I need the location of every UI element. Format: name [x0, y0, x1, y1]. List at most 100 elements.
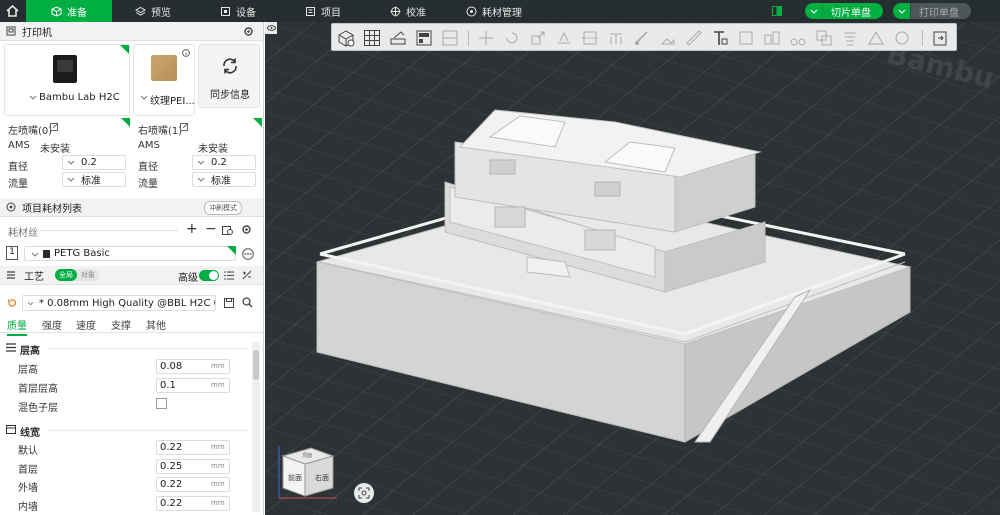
layout-icon[interactable] [772, 6, 782, 16]
right-diameter-select[interactable]: 0.2 [192, 155, 256, 170]
home-button[interactable] [0, 0, 24, 22]
slice-plate-button[interactable]: 切片单盘 [805, 3, 883, 19]
printer-card[interactable]: Bambu Lab H2C [4, 44, 130, 116]
support-paint-button[interactable] [606, 28, 626, 48]
view-cube-front[interactable]: 前面 [288, 473, 302, 483]
advanced-toggle[interactable] [199, 270, 219, 281]
plate-image [151, 55, 177, 81]
search-icon[interactable] [242, 297, 253, 308]
left-diameter-value: 0.2 [81, 157, 97, 168]
edit-icon[interactable] [50, 122, 59, 131]
eye-icon [266, 25, 276, 31]
plate-card[interactable]: 纹理PEI... [133, 44, 195, 116]
right-flow-select[interactable]: 标准 [192, 172, 256, 187]
slice-plate-label: 切片单盘 [831, 7, 871, 19]
left-nozzle-panel: 左喷嘴(0) AMS 未安装 直径 0.2 流量 标准 [0, 118, 132, 192]
scope-toggle[interactable]: 全局 对象 [55, 269, 99, 281]
view-cube-right[interactable]: 右面 [315, 473, 329, 483]
svg-tool-button[interactable] [736, 28, 756, 48]
remove-filament-button[interactable]: − [205, 221, 217, 237]
chevron-down-icon[interactable] [29, 95, 37, 100]
line-width-group-title: 线宽 [20, 428, 40, 439]
top-bar: 准备 预览 设备 项目 校准 耗材管理 切片单盘 打印单盘 [0, 0, 1000, 22]
brim-ears-button[interactable] [788, 28, 808, 48]
text-tool-button[interactable] [710, 28, 730, 48]
arrange-button[interactable] [414, 28, 434, 48]
hollow-icon [895, 31, 909, 45]
list-view-icon[interactable] [224, 271, 234, 280]
seam-paint-button[interactable] [632, 28, 652, 48]
settings-scrollbar[interactable] [252, 342, 260, 512]
house-model[interactable] [265, 22, 1000, 515]
rotate-icon [506, 32, 518, 44]
add-plate-button[interactable] [362, 28, 382, 48]
scrollbar-thumb[interactable] [253, 350, 259, 380]
view-cube[interactable]: 顶面 前面 右面 [275, 440, 339, 500]
tab-support[interactable]: 支撑 [111, 317, 131, 332]
process-profile-name: * 0.08mm High Quality @BBL H2C 0.2 ... [38, 297, 215, 309]
measure-button[interactable] [684, 28, 704, 48]
sync-info-button[interactable]: 同步信息 [198, 44, 260, 108]
print-dropdown-icon[interactable] [893, 3, 911, 19]
collapse-toolbar-button[interactable] [930, 28, 950, 48]
emboss-button[interactable] [866, 28, 886, 48]
3d-viewport[interactable]: Bambu 顶面 前面 右面 [265, 22, 1000, 515]
reset-icon[interactable] [7, 298, 17, 308]
tab-filament-management[interactable]: 耗材管理 [466, 0, 522, 22]
seam-paint-icon [635, 31, 648, 45]
tab-others[interactable]: 其他 [146, 317, 166, 332]
print-plate-button[interactable]: 打印单盘 [893, 3, 971, 19]
right-flow-value: 标准 [211, 176, 231, 187]
view-cube-top[interactable]: 顶面 [302, 452, 312, 459]
left-diameter-select[interactable]: 0.2 [62, 155, 126, 170]
add-cube-icon [338, 30, 355, 47]
chevron-down-icon[interactable] [140, 95, 148, 100]
layer-group-divider [48, 348, 248, 349]
move-tool-button[interactable] [476, 28, 496, 48]
tab-device[interactable]: 设备 [220, 0, 256, 22]
tab-device-label: 设备 [236, 7, 256, 19]
lay-on-face-button[interactable] [554, 28, 574, 48]
left-flow-select[interactable]: 标准 [62, 172, 126, 187]
process-profile-select[interactable]: * 0.08mm High Quality @BBL H2C 0.2 ... [22, 295, 216, 311]
mixed-sublayer-checkbox[interactable] [156, 398, 167, 409]
scale-tool-button[interactable] [528, 28, 548, 48]
edit-icon[interactable] [180, 122, 189, 131]
rotate-tool-button[interactable] [502, 28, 522, 48]
add-filament-button[interactable]: + [186, 221, 198, 237]
filament-settings-gear-icon[interactable] [241, 224, 252, 235]
layer-group-title: 层高 [20, 346, 40, 357]
compare-icon[interactable] [242, 270, 252, 280]
filament-tool-icon[interactable] [222, 225, 233, 235]
zoom-to-fit-button[interactable] [354, 483, 374, 503]
hollow-button[interactable] [892, 28, 912, 48]
sync-info-label: 同步信息 [210, 90, 250, 101]
add-model-button[interactable] [336, 28, 356, 48]
cut-tool-button[interactable] [580, 28, 600, 48]
tab-prepare[interactable]: 准备 [26, 0, 112, 22]
tab-calibration[interactable]: 校准 [390, 0, 426, 22]
tab-preview[interactable]: 预览 [135, 0, 171, 22]
color-paint-button[interactable] [658, 28, 678, 48]
auto-orient-button[interactable] [388, 28, 408, 48]
scope-global[interactable]: 全局 [55, 269, 77, 281]
variable-layer-button[interactable] [840, 28, 860, 48]
spool-icon [466, 6, 477, 16]
slice-dropdown-icon[interactable] [805, 3, 823, 19]
assembly-view-button[interactable] [762, 28, 782, 48]
filament-item[interactable]: 1 PETG Basic [4, 246, 238, 262]
mesh-boolean-button[interactable] [814, 28, 834, 48]
scope-object[interactable]: 对象 [78, 269, 98, 281]
info-icon[interactable] [182, 49, 190, 57]
tab-project[interactable]: 项目 [305, 0, 341, 22]
collapse-sidebar-button[interactable] [265, 22, 277, 34]
flush-mode-button[interactable]: 冲刷模式 [204, 201, 242, 215]
tab-strength[interactable]: 强度 [42, 317, 62, 332]
save-icon[interactable] [224, 298, 234, 308]
tab-quality[interactable]: 质量 [7, 317, 27, 336]
tab-speed[interactable]: 速度 [76, 317, 96, 332]
filament-name: PETG Basic [54, 248, 110, 259]
split-button[interactable] [440, 28, 460, 48]
settings-gear-icon[interactable] [243, 26, 254, 37]
more-options-icon[interactable] [242, 248, 254, 260]
